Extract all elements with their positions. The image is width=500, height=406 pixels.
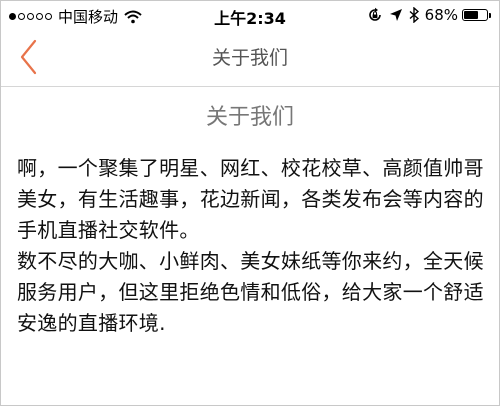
battery-icon [462,9,488,21]
battery-level [464,11,478,19]
battery-tip [489,12,491,18]
phone-screen: 中国移动 上午2:34 68% 关于我们 关于我们 啊，一个聚集了明星、网红、校… [0,0,500,406]
nav-title: 关于我们 [211,47,288,69]
paragraph: 数不尽的大咖、小鲜肉、美女妹纸等你来约，全天候服务用户，但这里拒绝色情和低俗，给… [17,249,484,335]
location-icon [389,9,402,21]
battery-percent: 68% [424,6,458,24]
lock-rotation-icon [368,7,381,21]
status-bar: 中国移动 上午2:34 68% [1,1,499,29]
page-title: 关于我们 [205,105,294,130]
about-text: 啊，一个聚集了明星、网红、校花校草、高颜值帅哥美女，有生活趣事，花边新闻，各类发… [17,153,487,339]
status-right: 68% [361,6,491,24]
about-content: 关于我们 啊，一个聚集了明星、网红、校花校草、高颜值帅哥美女，有生活趣事，花边新… [1,87,499,339]
navigation-bar: 关于我们 [1,29,499,87]
paragraph: 啊，一个聚集了明星、网红、校花校草、高颜值帅哥美女，有生活趣事，花边新闻，各类发… [17,156,484,242]
bluetooth-icon [409,7,419,23]
